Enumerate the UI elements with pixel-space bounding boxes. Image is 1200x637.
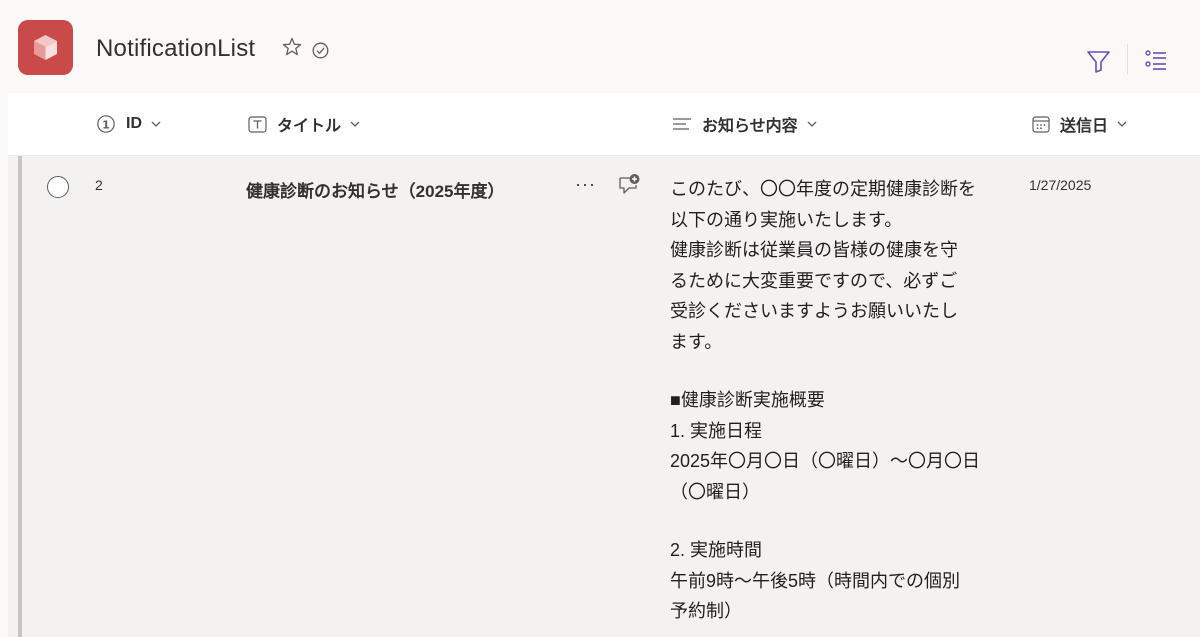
content-line: 1. 実施日程 [670, 420, 763, 441]
cell-title-link[interactable]: 健康診断のお知らせ（2025年度） [246, 177, 504, 202]
more-actions-button[interactable]: ··· [575, 174, 596, 195]
content-line: 予約制） [670, 601, 742, 621]
content-line: ■健康診断実施概要 [670, 390, 825, 410]
filter-icon[interactable] [1086, 49, 1111, 74]
column-header-label: お知らせ内容 [702, 118, 798, 135]
table-row[interactable]: 2 健康診断のお知らせ（2025年度） ··· このたび、〇〇年度の定期健康診断… [8, 156, 1200, 637]
column-header-row: 1 ID タイトル お知らせ内容 送信日 [8, 93, 1200, 156]
content-line: 午前9時～午後5時（時間内での個別 [670, 570, 961, 591]
toolbar-divider [1127, 44, 1128, 74]
content-line: このたび、〇〇年度の定期健康診断を [670, 179, 976, 199]
content-line: 2025年〇月〇日（〇曜日）～〇月〇日 [670, 451, 981, 471]
cell-id: 2 [95, 177, 103, 193]
content-line: 受診くださいますようお願いいたし [670, 301, 958, 321]
cube-icon [34, 35, 57, 60]
svg-text:1: 1 [102, 119, 110, 132]
column-header-id[interactable]: 1 ID [96, 93, 161, 155]
content-line: （〇曜日） [670, 481, 760, 502]
chevron-down-icon [151, 121, 161, 127]
number-circle-icon: 1 [96, 114, 116, 134]
content-line: るために大変重要ですので、必ずご [670, 270, 958, 291]
column-header-send-date[interactable]: 送信日 [1032, 93, 1127, 155]
chevron-down-icon [1117, 121, 1127, 127]
calendar-icon [1032, 115, 1050, 133]
check-circle-icon[interactable] [312, 42, 329, 59]
content-line: 2. 実施時間 [670, 540, 763, 560]
column-header-label: 送信日 [1060, 118, 1109, 135]
content-line: ます。 [670, 331, 723, 352]
column-header-label: ID [126, 115, 142, 132]
cell-send-date: 1/27/2025 [1029, 177, 1092, 193]
page-title: NotificationList [96, 35, 256, 62]
column-header-label: タイトル [277, 118, 342, 135]
row-select-checkbox[interactable] [47, 176, 69, 198]
multiline-text-icon [672, 116, 692, 132]
text-field-icon [248, 115, 267, 133]
column-header-content[interactable]: お知らせ内容 [672, 93, 817, 155]
view-options-icon[interactable] [1145, 49, 1167, 73]
column-header-title[interactable]: タイトル [248, 93, 360, 155]
chevron-down-icon [350, 121, 360, 127]
row-selection-bar [18, 156, 22, 637]
app-icon[interactable] [18, 20, 73, 75]
chevron-down-icon [807, 121, 817, 127]
star-icon[interactable] [282, 37, 302, 57]
cell-notification-content: このたび、〇〇年度の定期健康診断を 以下の通り実施いたします。 健康診断は従業員… [670, 174, 1015, 627]
content-line: 健康診断は従業員の皆様の健康を守 [670, 240, 958, 260]
content-line: 以下の通り実施いたします。 [670, 209, 903, 230]
add-comment-icon[interactable] [617, 173, 641, 196]
list-header: NotificationList [0, 0, 1200, 93]
